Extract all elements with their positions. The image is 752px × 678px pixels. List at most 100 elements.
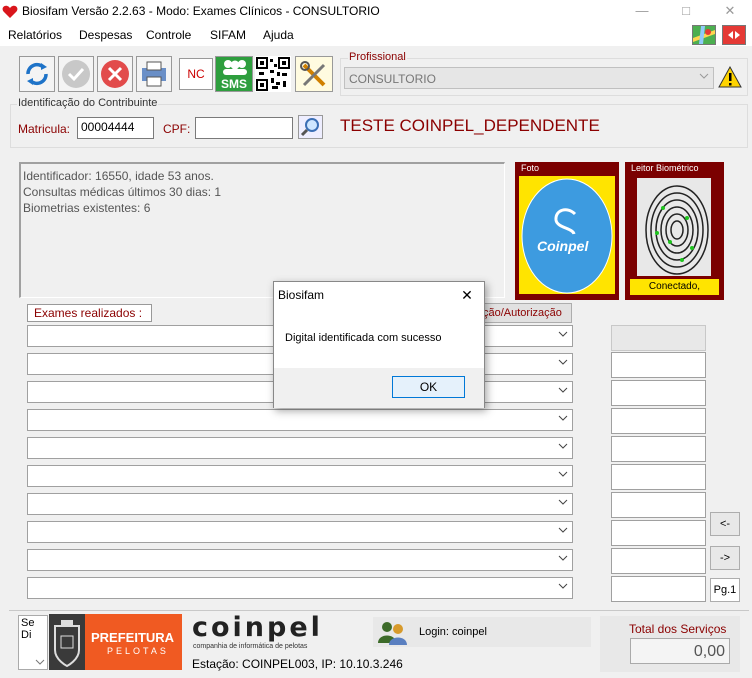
exame-value-input[interactable] bbox=[611, 548, 706, 574]
chevron-down-icon bbox=[558, 387, 568, 393]
dialog-message: Digital identificada com sucesso bbox=[285, 332, 442, 344]
exame-select[interactable] bbox=[27, 493, 573, 515]
autorizacao-button[interactable]: ção/Autorização bbox=[478, 303, 572, 323]
prefeitura-line-2: PELOTAS bbox=[107, 646, 169, 656]
menu-ajuda[interactable]: Ajuda bbox=[263, 28, 294, 42]
tools-button[interactable] bbox=[295, 56, 333, 92]
exame-value-input[interactable] bbox=[611, 352, 706, 378]
map-icon[interactable] bbox=[692, 25, 716, 45]
exame-value-input[interactable] bbox=[611, 520, 706, 546]
prev-page-button[interactable]: <- bbox=[710, 512, 740, 536]
login-text: Login: coinpel bbox=[419, 626, 487, 638]
chevron-down-icon bbox=[558, 443, 568, 449]
info-identificador: Identificador: 16550, idade 53 anos. bbox=[23, 169, 214, 183]
side-text-2: Di bbox=[21, 629, 32, 641]
window-title: Biosifam Versão 2.2.63 - Modo: Exames Cl… bbox=[22, 4, 380, 18]
info-panel: Identificador: 16550, idade 53 anos. Con… bbox=[19, 162, 505, 298]
maximize-button[interactable]: □ bbox=[664, 0, 708, 24]
search-icon bbox=[300, 118, 319, 137]
chevron-down-icon bbox=[558, 471, 568, 477]
exame-value-input[interactable] bbox=[611, 380, 706, 406]
profissional-select[interactable]: CONSULTORIO bbox=[344, 67, 714, 89]
cpf-label: CPF: bbox=[163, 122, 191, 136]
dialog-ok-button[interactable]: OK bbox=[392, 376, 465, 398]
cpf-input[interactable] bbox=[195, 117, 293, 139]
exame-value-input[interactable] bbox=[611, 436, 706, 462]
exame-value-input[interactable] bbox=[611, 492, 706, 518]
search-button[interactable] bbox=[298, 115, 323, 139]
exames-label: Exames realizados : bbox=[27, 304, 152, 322]
login-panel: Login: coinpel bbox=[373, 617, 591, 647]
next-page-button[interactable]: -> bbox=[710, 546, 740, 570]
coinpel-logo: coinpel bbox=[192, 612, 323, 643]
exame-select[interactable] bbox=[27, 409, 573, 431]
total-panel: Total dos Serviços 0,00 bbox=[600, 616, 740, 672]
dialog-title: Biosifam bbox=[278, 288, 325, 302]
page-indicator[interactable]: Pg.1 bbox=[710, 578, 740, 602]
side-list[interactable]: Se Di bbox=[18, 615, 48, 670]
chevron-down-icon bbox=[558, 555, 568, 561]
menu-relatorios[interactable]: Relatórios bbox=[8, 28, 62, 42]
matricula-input[interactable]: 00004444 bbox=[77, 117, 154, 139]
prefeitura-line-1: PREFEITURA bbox=[91, 630, 175, 645]
contribuinte-label: Identificação do Contribuinte bbox=[17, 97, 159, 109]
total-label: Total dos Serviços bbox=[629, 622, 727, 636]
qrcode-button[interactable] bbox=[255, 56, 291, 92]
warning-icon[interactable] bbox=[718, 66, 742, 88]
printer-icon bbox=[142, 61, 166, 87]
chevron-down-icon bbox=[558, 527, 568, 533]
minimize-button[interactable]: — bbox=[620, 0, 664, 24]
confirm-button[interactable] bbox=[58, 56, 94, 92]
chevron-down-icon bbox=[558, 415, 568, 421]
print-button[interactable] bbox=[136, 56, 172, 92]
exame-value-input[interactable] bbox=[611, 464, 706, 490]
leitor-status: Conectado, bbox=[630, 279, 719, 295]
chevron-down-icon bbox=[35, 659, 45, 665]
exame-select[interactable] bbox=[27, 437, 573, 459]
close-button[interactable]: ✕ bbox=[708, 0, 752, 24]
coinpel-logo-icon bbox=[521, 178, 613, 294]
people-icon bbox=[223, 60, 247, 75]
dialog-close-button[interactable]: ✕ bbox=[452, 284, 482, 306]
chevron-down-icon bbox=[558, 359, 568, 365]
sms-button[interactable]: SMS bbox=[215, 56, 253, 92]
tools-icon bbox=[300, 61, 326, 87]
menu-despesas[interactable]: Despesas bbox=[79, 28, 132, 42]
menu-controle[interactable]: Controle bbox=[146, 28, 191, 42]
exame-select[interactable] bbox=[27, 465, 573, 487]
qrcode-icon bbox=[256, 57, 290, 91]
foto-logo-text: Coinpel bbox=[537, 238, 589, 254]
foto-panel: Foto Coinpel bbox=[515, 162, 619, 300]
menu-bar: Relatórios Despesas Controle SIFAM Ajuda bbox=[0, 24, 752, 46]
exame-select[interactable] bbox=[27, 577, 573, 599]
info-consultas: Consultas médicas últimos 30 dias: 1 bbox=[23, 185, 222, 199]
total-value: 0,00 bbox=[630, 638, 730, 664]
chevron-down-icon bbox=[558, 331, 568, 337]
exame-select[interactable] bbox=[27, 521, 573, 543]
exame-value-input[interactable] bbox=[611, 576, 706, 602]
sms-label: SMS bbox=[221, 77, 248, 91]
leitor-panel: Leitor Biométrico Conectado, bbox=[625, 162, 724, 300]
matricula-label: Matricula: bbox=[18, 122, 71, 136]
foto-frame: Coinpel bbox=[519, 176, 615, 294]
exit-icon[interactable] bbox=[722, 25, 746, 45]
coinpel-subtitle: companhia de informática de pelotas bbox=[193, 643, 308, 650]
info-biometrias: Biometrias existentes: 6 bbox=[23, 201, 151, 215]
refresh-button[interactable] bbox=[19, 56, 55, 92]
heart-icon bbox=[2, 5, 18, 18]
exame-select[interactable] bbox=[27, 549, 573, 571]
brasao-icon bbox=[49, 614, 85, 670]
fingerprint-icon bbox=[637, 178, 711, 276]
chevron-down-icon bbox=[558, 583, 568, 589]
matricula-value: 00004444 bbox=[81, 120, 135, 134]
check-icon bbox=[62, 60, 90, 88]
value-cell-disabled bbox=[611, 325, 706, 351]
users-icon bbox=[378, 622, 407, 645]
cancel-button[interactable] bbox=[97, 56, 133, 92]
nc-button[interactable]: NC bbox=[179, 58, 213, 90]
menu-sifam[interactable]: SIFAM bbox=[210, 28, 246, 42]
foto-label: Foto bbox=[521, 163, 540, 173]
profissional-value: CONSULTORIO bbox=[349, 72, 436, 86]
exame-value-input[interactable] bbox=[611, 408, 706, 434]
prefeitura-logo: PREFEITURA PELOTAS bbox=[85, 614, 182, 670]
